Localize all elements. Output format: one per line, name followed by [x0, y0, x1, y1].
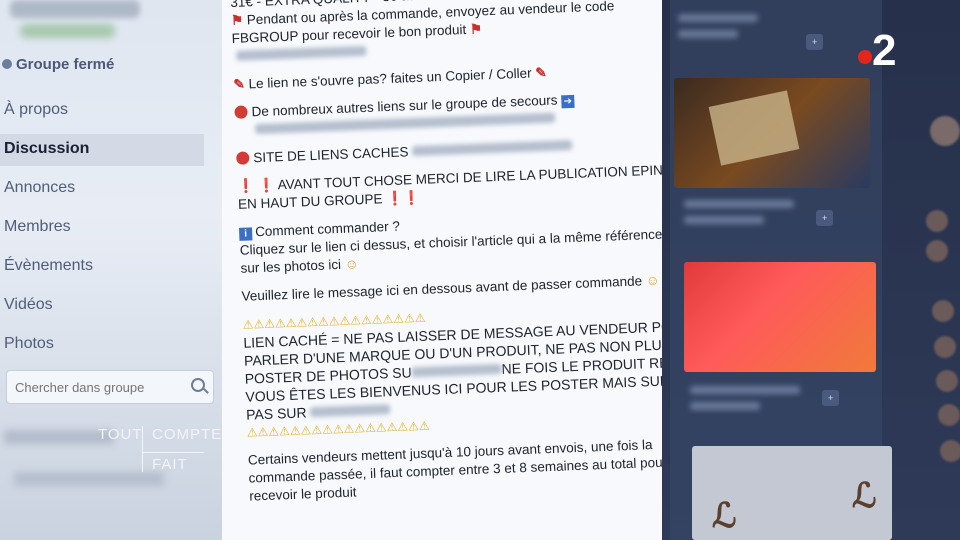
flag-icon: ⚑ — [230, 12, 244, 28]
globe-icon — [2, 59, 12, 69]
show-watermark-logo: TOUT COMPTE FAIT — [98, 426, 223, 473]
avatar[interactable] — [930, 116, 960, 146]
blurred-text — [411, 363, 502, 378]
avatar[interactable] — [936, 370, 958, 392]
blurred-suggestion-title — [678, 30, 738, 38]
divider — [142, 452, 204, 453]
suggestion-image[interactable]: ℒ ℒ — [692, 446, 892, 540]
nav-item-discussion[interactable]: Discussion — [0, 134, 204, 166]
blurred-text — [310, 404, 391, 418]
nav-item-members[interactable]: Membres — [0, 212, 222, 251]
nav-item-videos[interactable]: Vidéos — [0, 290, 222, 329]
group-privacy-status: Groupe fermé — [2, 56, 114, 73]
group-post: 31€ - EXTRA QUALITY - 36 au 45 - ★★★★★ ⚑… — [222, 0, 662, 540]
nav-item-events[interactable]: Évènements — [0, 251, 222, 290]
blurred-join-button — [20, 24, 115, 38]
blurred-suggestion-title — [684, 200, 794, 208]
avatar[interactable] — [934, 336, 956, 358]
suggestion-image[interactable] — [674, 78, 870, 188]
divider — [142, 426, 143, 472]
group-nav: À propos Discussion Annonces Membres Évè… — [0, 95, 222, 368]
blurred-group-name — [10, 0, 140, 18]
monogram-icon: ℒ — [712, 498, 737, 535]
avatar[interactable] — [940, 440, 960, 462]
post-body: 31€ - EXTRA QUALITY - 36 au 45 - ★★★★★ ⚑… — [230, 0, 662, 506]
smile-icon: ☺ — [344, 256, 359, 272]
group-search-box[interactable] — [6, 370, 214, 404]
blurred-link[interactable] — [412, 139, 573, 157]
group-search-input[interactable] — [7, 371, 187, 403]
red-circle-icon — [236, 151, 250, 165]
nav-item-about[interactable]: À propos — [0, 95, 222, 134]
nav-item-announcements[interactable]: Annonces — [0, 173, 222, 212]
flag-icon: ⚑ — [469, 21, 483, 37]
red-circle-icon — [234, 105, 248, 119]
suggestion-join-button[interactable]: + — [816, 210, 834, 226]
pin-icon: ✎ — [233, 76, 246, 92]
avatar[interactable] — [938, 404, 960, 426]
exclamation-icon: ❗ ❗ — [237, 177, 276, 194]
info-icon: i — [238, 227, 253, 241]
search-icon[interactable] — [191, 378, 205, 392]
blurred-suggestion-title — [690, 402, 760, 410]
avatar[interactable] — [926, 210, 948, 232]
smile-icon: ☺☺ — [645, 272, 662, 289]
avatar[interactable] — [926, 240, 948, 262]
exclamation-icon: ❗❗ — [385, 189, 421, 207]
red-dot-icon — [858, 50, 872, 64]
blurred-suggestion-title — [690, 386, 800, 394]
monogram-icon: ℒ — [852, 478, 877, 515]
blurred-suggestion-title — [678, 14, 758, 22]
suggestion-image[interactable] — [684, 262, 876, 372]
avatar[interactable] — [932, 300, 954, 322]
nav-item-photos[interactable]: Photos — [0, 329, 222, 368]
suggestion-join-button[interactable]: + — [822, 390, 840, 406]
channel-logo: 2 — [858, 26, 908, 75]
blurred-suggestion-title — [684, 216, 764, 224]
pin-icon: ✎ — [535, 64, 547, 81]
arrow-right-icon: ➔ — [561, 94, 575, 109]
suggestion-join-button[interactable]: + — [806, 34, 824, 50]
